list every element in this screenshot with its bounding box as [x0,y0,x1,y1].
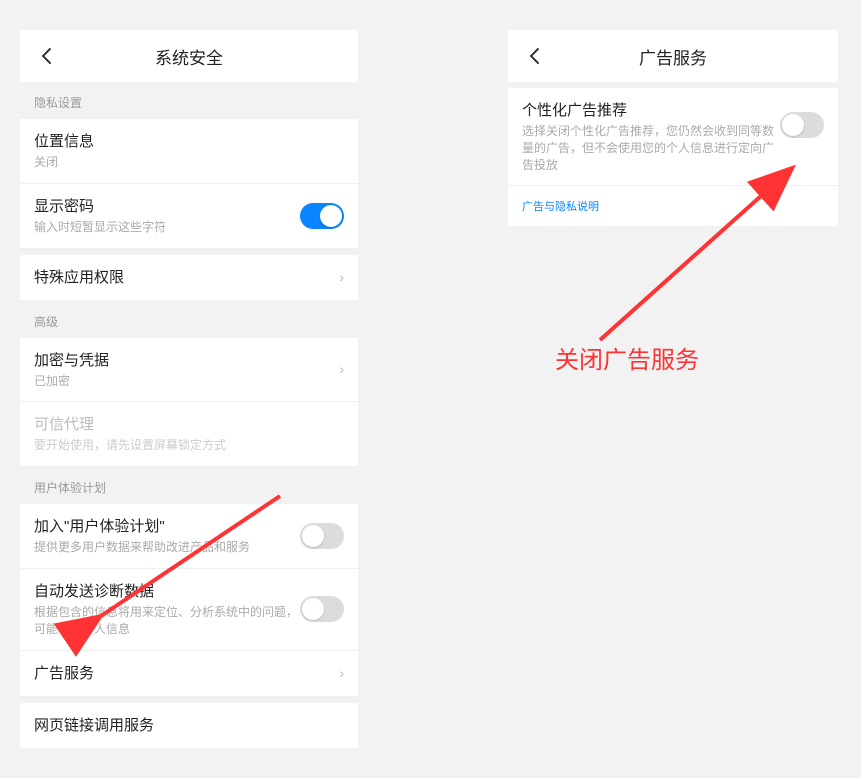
show-password-toggle[interactable] [300,203,344,229]
encryption-title: 加密与凭据 [34,350,333,371]
row-web-link[interactable]: 网页链接调用服务 [20,703,358,748]
back-button[interactable] [522,44,546,68]
chevron-right-icon: › [339,665,344,681]
ad-service-title: 广告服务 [34,663,333,684]
chevron-left-icon [40,47,52,65]
diagnostic-title: 自动发送诊断数据 [34,581,300,602]
personalized-ads-toggle[interactable] [780,112,824,138]
trusted-agent-title: 可信代理 [34,414,344,435]
row-special-permissions[interactable]: 特殊应用权限 › [20,255,358,301]
web-link-title: 网页链接调用服务 [34,715,344,736]
titlebar-left: 系统安全 [20,30,358,82]
right-screen: 广告服务 个性化广告推荐 选择关闭个性化广告推荐，您仍然会收到同等数量的广告，但… [508,30,838,748]
chevron-left-icon [528,47,540,65]
back-button[interactable] [34,44,58,68]
ad-privacy-link[interactable]: 广告与隐私说明 [508,186,838,226]
left-screen: 系统安全 隐私设置 位置信息 关闭 显示密码 输入时短暂显示这些字符 特殊应用权… [20,30,358,748]
trusted-agent-sub: 要开始使用，请先设置屏幕锁定方式 [34,437,344,454]
show-password-sub: 输入时短暂显示这些字符 [34,219,300,236]
titlebar-right: 广告服务 [508,30,838,82]
personalized-ads-title: 个性化广告推荐 [522,100,780,121]
diagnostic-toggle[interactable] [300,596,344,622]
row-show-password[interactable]: 显示密码 输入时短暂显示这些字符 [20,184,358,249]
special-permissions-title: 特殊应用权限 [34,267,333,288]
section-advanced: 高级 [20,301,358,338]
section-ue: 用户体验计划 [20,467,358,504]
show-password-title: 显示密码 [34,196,300,217]
row-personalized-ads[interactable]: 个性化广告推荐 选择关闭个性化广告推荐，您仍然会收到同等数量的广告，但不会使用您… [508,88,838,186]
section-privacy: 隐私设置 [20,82,358,119]
ue-program-title: 加入"用户体验计划" [34,516,300,537]
row-trusted-agent: 可信代理 要开始使用，请先设置屏幕锁定方式 [20,402,358,467]
row-ue-program[interactable]: 加入"用户体验计划" 提供更多用户数据来帮助改进产品和服务 [20,504,358,569]
diagnostic-sub: 根据包含的信息将用来定位、分析系统中的问题，可能包含个人信息 [34,604,300,638]
encryption-sub: 已加密 [34,373,333,390]
location-sub: 关闭 [34,154,344,171]
row-ad-service[interactable]: 广告服务 › [20,651,358,697]
row-diagnostic[interactable]: 自动发送诊断数据 根据包含的信息将用来定位、分析系统中的问题，可能包含个人信息 [20,569,358,651]
location-title: 位置信息 [34,131,344,152]
row-encryption[interactable]: 加密与凭据 已加密 › [20,338,358,403]
personalized-ads-sub: 选择关闭个性化广告推荐，您仍然会收到同等数量的广告，但不会使用您的个人信息进行定… [522,123,780,173]
page-title: 系统安全 [155,44,223,69]
ue-program-sub: 提供更多用户数据来帮助改进产品和服务 [34,539,300,556]
chevron-right-icon: › [339,361,344,377]
row-location[interactable]: 位置信息 关闭 [20,119,358,184]
page-title: 广告服务 [639,44,707,69]
chevron-right-icon: › [339,269,344,285]
ue-program-toggle[interactable] [300,523,344,549]
